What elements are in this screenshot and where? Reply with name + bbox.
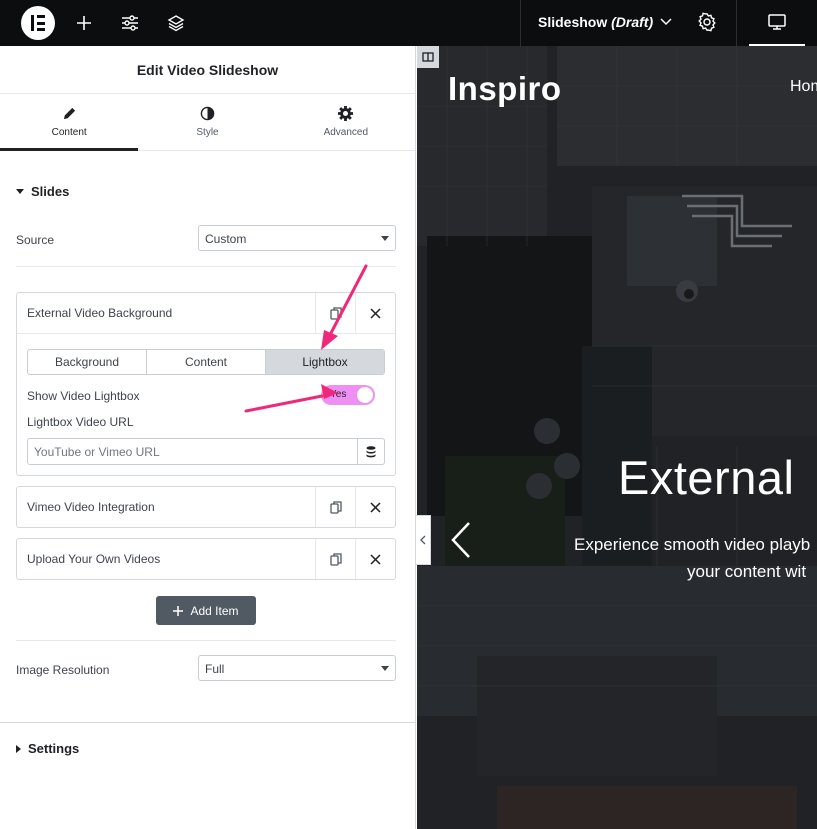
image-resolution-label: Image Resolution xyxy=(16,663,110,677)
lightbox-url-label: Lightbox Video URL xyxy=(27,415,134,429)
toggle-label: Yes xyxy=(330,389,347,400)
show-lightbox-toggle[interactable]: Yes xyxy=(321,385,375,405)
desktop-device-tab[interactable] xyxy=(749,0,805,46)
column-edit-handle[interactable] xyxy=(417,46,439,68)
sliders-icon[interactable] xyxy=(115,8,145,38)
slide-heading: External xyxy=(618,451,795,504)
top-bar: Slideshow (Draft) xyxy=(0,0,817,46)
caret-down-icon xyxy=(16,189,24,194)
subtab-lightbox[interactable]: Lightbox xyxy=(266,350,384,374)
repeater-item-title: External Video Background xyxy=(27,306,173,320)
copy-icon xyxy=(329,500,342,514)
tab-style-label: Style xyxy=(196,127,219,138)
collapse-panel-button[interactable] xyxy=(416,515,431,565)
repeater-item-header[interactable]: Vimeo Video Integration xyxy=(17,487,395,527)
repeater-item-header[interactable]: Upload Your Own Videos xyxy=(17,539,395,579)
editor-panel: Edit Video Slideshow Content Style Advan… xyxy=(0,46,416,829)
divider xyxy=(16,640,396,641)
gear-icon xyxy=(338,106,354,121)
preview-canvas: Inspiro Hom External Experience smooth v… xyxy=(417,46,817,829)
repeater-item-vimeo: Vimeo Video Integration xyxy=(16,486,396,528)
panel-title: Edit Video Slideshow xyxy=(0,46,415,94)
copy-icon xyxy=(329,552,342,566)
tab-style[interactable]: Style xyxy=(138,94,276,150)
caret-right-icon xyxy=(16,744,21,753)
plus-icon xyxy=(173,605,184,616)
plus-icon[interactable] xyxy=(69,8,99,38)
dynamic-tags-button[interactable] xyxy=(357,439,384,464)
elementor-logo-icon[interactable] xyxy=(21,6,55,40)
toggle-knob xyxy=(357,387,373,403)
tab-content[interactable]: Content xyxy=(0,94,139,151)
repeater-item-header[interactable]: External Video Background xyxy=(17,293,395,333)
section-slides[interactable]: Slides xyxy=(16,184,69,199)
tab-content-label: Content xyxy=(51,127,87,138)
repeater-item-body: Background Content Lightbox Show Video L… xyxy=(17,333,395,475)
caret-down-icon xyxy=(381,666,389,671)
close-icon xyxy=(370,501,381,513)
show-lightbox-label: Show Video Lightbox xyxy=(27,389,140,403)
half-circle-icon xyxy=(200,106,215,121)
remove-button[interactable] xyxy=(355,487,395,527)
layers-icon[interactable] xyxy=(161,8,191,38)
repeater-item-title: Upload Your Own Videos xyxy=(27,552,161,566)
close-icon xyxy=(370,553,381,565)
gear-icon[interactable] xyxy=(697,12,717,32)
columns-icon xyxy=(422,52,434,62)
remove-button[interactable] xyxy=(355,293,395,333)
slide-description-line: your content wit xyxy=(687,562,807,581)
tab-advanced[interactable]: Advanced xyxy=(277,94,415,150)
source-select-value: Custom xyxy=(205,232,247,246)
repeater-item-upload: Upload Your Own Videos xyxy=(16,538,396,580)
document-status: (Draft) xyxy=(611,14,654,30)
site-logo-text[interactable]: Inspiro xyxy=(448,70,562,108)
source-select[interactable]: Custom xyxy=(198,225,396,251)
remove-button[interactable] xyxy=(355,539,395,579)
topbar-divider xyxy=(520,0,521,46)
section-separator xyxy=(0,722,415,723)
panel-tabs: Content Style Advanced xyxy=(0,94,415,151)
copy-icon xyxy=(329,306,342,320)
add-item-button[interactable]: Add Item xyxy=(156,596,256,625)
image-resolution-value: Full xyxy=(205,662,225,676)
database-icon xyxy=(366,445,376,457)
slider-prev-button[interactable] xyxy=(450,521,472,559)
desktop-icon xyxy=(768,14,786,30)
source-label: Source xyxy=(16,233,55,247)
add-item-label: Add Item xyxy=(190,603,239,618)
chevron-left-icon xyxy=(451,522,470,558)
subtab-background[interactable]: Background xyxy=(28,350,147,374)
repeater-item-external: External Video Background Background Con… xyxy=(16,292,396,476)
slide-description-line: Experience smooth video playb xyxy=(574,535,811,554)
document-title[interactable]: Slideshow (Draft) xyxy=(538,14,653,30)
image-resolution-select[interactable]: Full xyxy=(198,655,396,681)
caret-down-icon xyxy=(381,236,389,241)
close-icon xyxy=(370,307,381,319)
topbar-divider xyxy=(736,0,737,46)
nav-item-home[interactable]: Hom xyxy=(790,78,817,96)
lightbox-url-field xyxy=(27,438,385,465)
section-settings-label: Settings xyxy=(28,741,80,756)
document-title-text: Slideshow xyxy=(538,14,608,30)
divider xyxy=(16,266,396,267)
pencil-icon xyxy=(63,107,75,120)
repeater-item-title: Vimeo Video Integration xyxy=(27,500,155,514)
slide-subtabs: Background Content Lightbox xyxy=(27,349,385,375)
chevron-left-icon xyxy=(420,535,426,545)
section-settings[interactable]: Settings xyxy=(16,741,79,756)
duplicate-button[interactable] xyxy=(315,487,355,527)
aerial-background-image xyxy=(417,46,817,829)
lightbox-url-input[interactable] xyxy=(28,439,356,464)
duplicate-button[interactable] xyxy=(315,539,355,579)
chevron-down-icon[interactable] xyxy=(659,14,673,30)
section-slides-label: Slides xyxy=(31,184,70,199)
subtab-content[interactable]: Content xyxy=(147,350,266,374)
tab-advanced-label: Advanced xyxy=(323,127,369,138)
duplicate-button[interactable] xyxy=(315,293,355,333)
